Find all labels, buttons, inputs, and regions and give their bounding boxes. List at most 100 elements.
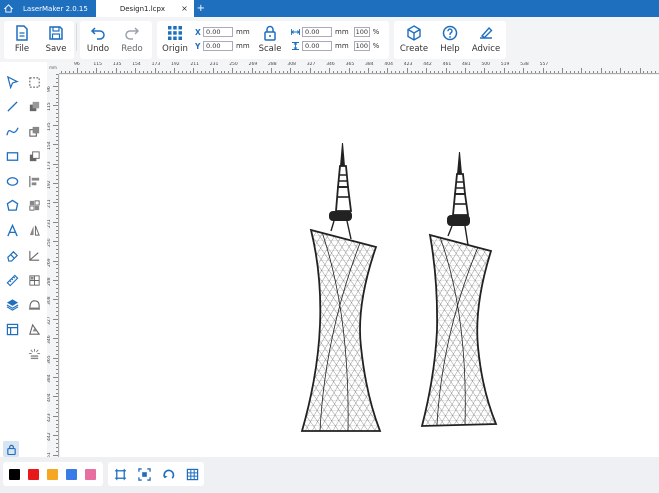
ruler-tick	[577, 71, 579, 73]
advice-button[interactable]: Advice	[470, 21, 502, 59]
select-tool[interactable]	[3, 73, 21, 91]
ruler-tick	[600, 68, 602, 73]
curve-tool[interactable]	[3, 122, 21, 140]
ruler-tick	[56, 326, 58, 328]
design-canvas[interactable]	[60, 75, 659, 457]
width-input[interactable]: 0.00	[302, 27, 332, 37]
ruler-tick	[465, 68, 466, 73]
grid-array-tool[interactable]	[25, 271, 43, 289]
combine-tool[interactable]	[25, 97, 43, 115]
ruler-tick	[212, 68, 214, 73]
ruler-tick	[511, 71, 513, 73]
eraser-tool[interactable]	[3, 246, 21, 264]
offset-tool[interactable]	[25, 320, 43, 338]
ruler-tick	[461, 71, 463, 73]
align-tool[interactable]	[25, 172, 43, 190]
laser-burst-tool[interactable]	[25, 344, 43, 362]
color-swatch[interactable]	[66, 469, 77, 480]
y-input[interactable]: 0.00	[203, 41, 233, 51]
arrange-tool[interactable]	[25, 196, 43, 214]
grid-icon	[186, 468, 198, 480]
x-input[interactable]: 0.00	[203, 27, 233, 37]
height-input[interactable]: 0.00	[302, 41, 332, 51]
grid-toggle-button[interactable]	[184, 466, 200, 482]
color-swatches	[3, 462, 103, 486]
ruler-tick	[457, 71, 459, 73]
rectangle-tool[interactable]	[3, 147, 21, 165]
ruler-tick	[430, 71, 432, 73]
ruler-tick	[523, 68, 525, 73]
ruler-tick	[177, 71, 179, 73]
marquee-tool[interactable]	[25, 73, 43, 91]
measure-ruler-icon	[6, 274, 18, 286]
ruler-tick	[651, 71, 653, 73]
add-tab-button[interactable]: +	[194, 0, 208, 17]
trace-tool[interactable]	[25, 295, 43, 313]
text-tool[interactable]	[3, 221, 21, 239]
ellipse-tool[interactable]	[3, 172, 21, 190]
redo-button[interactable]: Redo	[118, 21, 146, 59]
height-percent-input[interactable]: 100	[353, 41, 370, 51]
fit-selection-button[interactable]	[136, 466, 152, 482]
fit-artboard-button[interactable]	[112, 466, 128, 482]
ruler-tick	[166, 71, 168, 73]
ruler-tick	[631, 71, 633, 73]
help-button[interactable]: Help	[436, 21, 464, 59]
toolbar-divider	[76, 23, 77, 51]
close-tab-icon[interactable]: ×	[181, 4, 188, 13]
scale-button[interactable]: Scale	[255, 21, 285, 59]
line-tool[interactable]	[3, 97, 21, 115]
ruler-tick	[558, 71, 560, 73]
lock-button[interactable]	[3, 441, 19, 457]
weld-tool[interactable]	[25, 122, 43, 140]
document-tab[interactable]: Design1.lcpx ×	[95, 0, 194, 17]
ruler-tick	[585, 71, 587, 73]
home-icon	[4, 4, 13, 13]
rotate-view-button[interactable]	[160, 466, 176, 482]
align-icon	[28, 175, 39, 187]
polygon-tool[interactable]	[3, 196, 21, 214]
ruler-tick	[368, 68, 369, 73]
ruler-tick	[56, 446, 58, 448]
ruler-tick	[267, 71, 269, 73]
ruler-tick	[56, 334, 58, 336]
color-swatch[interactable]	[28, 469, 39, 480]
ruler-tick	[197, 71, 199, 73]
ruler-tick	[228, 71, 230, 73]
color-swatch[interactable]	[47, 469, 58, 480]
color-swatch[interactable]	[9, 469, 20, 480]
undo-button[interactable]: Undo	[84, 21, 112, 59]
ruler-tick	[379, 71, 381, 73]
ruler-tick	[56, 345, 58, 347]
ruler-tick	[56, 400, 58, 402]
ruler-tick	[56, 237, 58, 239]
ruler-tick	[445, 68, 447, 73]
ruler-tick	[286, 71, 288, 73]
ruler-tick	[569, 71, 571, 73]
ruler-label: 173	[151, 62, 161, 67]
ruler-tick	[56, 78, 58, 80]
layout-tool[interactable]	[3, 320, 21, 338]
height-field: 0.00 mm 100 %	[291, 41, 379, 51]
ruler-tick	[135, 68, 137, 73]
subtract-tool[interactable]	[25, 147, 43, 165]
ruler-label: 327	[47, 316, 52, 325]
home-button[interactable]	[0, 0, 17, 17]
ruler-tick	[56, 120, 58, 122]
file-button[interactable]: File	[8, 21, 36, 59]
measure-tool[interactable]	[3, 271, 21, 289]
color-swatch[interactable]	[85, 469, 96, 480]
mirror-tool[interactable]	[25, 221, 43, 239]
ruler-tick	[56, 384, 58, 386]
ruler-tick	[290, 68, 292, 73]
advice-label: Advice	[471, 44, 501, 54]
origin-button[interactable]: Origin	[159, 21, 191, 59]
save-button[interactable]: Save	[42, 21, 70, 59]
width-percent-input[interactable]: 100	[353, 27, 370, 37]
angle-tool[interactable]	[25, 246, 43, 264]
ruler-tick	[201, 71, 203, 73]
ruler-tick	[61, 71, 63, 73]
create-button[interactable]: Create	[398, 21, 430, 59]
layers-tool[interactable]	[3, 295, 21, 313]
ruler-tick	[534, 71, 536, 73]
